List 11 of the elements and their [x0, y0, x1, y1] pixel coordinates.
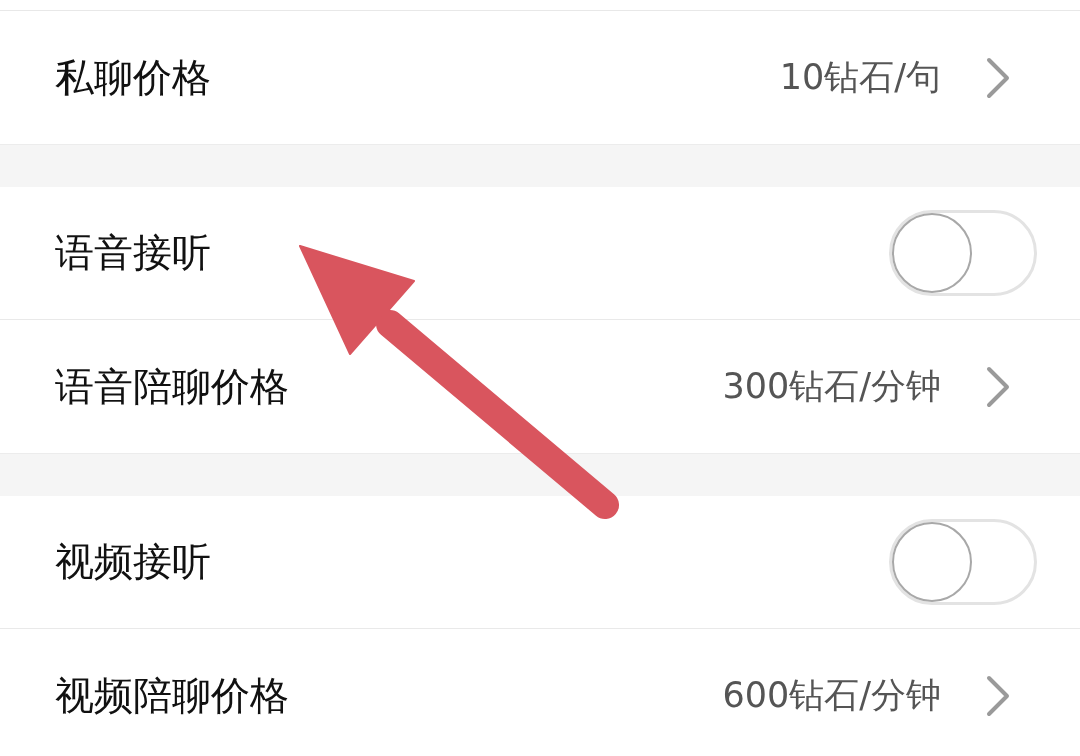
setting-label: 视频陪聊价格 [55, 671, 289, 720]
chevron-right-icon[interactable] [986, 56, 1010, 99]
chevron-right-icon[interactable] [986, 674, 1010, 717]
setting-label: 视频接听 [55, 538, 211, 586]
setting-value: 300钻石/分钟 [722, 365, 941, 408]
setting-label: 语音陪聊价格 [55, 362, 289, 411]
setting-label: 语音接听 [55, 229, 211, 277]
chevron-right-icon[interactable] [986, 365, 1010, 408]
setting-value: 10钻石/句 [779, 56, 941, 99]
setting-label: 私聊价格 [55, 53, 211, 102]
setting-value: 600钻石/分钟 [722, 674, 941, 717]
